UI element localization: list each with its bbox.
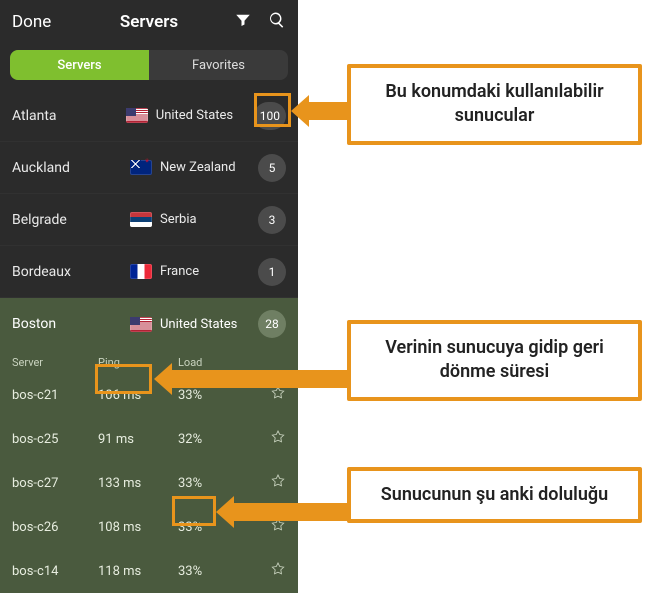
city-name: Auckland bbox=[12, 160, 130, 176]
col-load: Load bbox=[178, 356, 238, 369]
location-row-expanded[interactable]: Boston United States 28 bbox=[0, 298, 298, 350]
server-name: bos-c21 bbox=[12, 388, 98, 403]
server-count-badge: 28 bbox=[258, 310, 286, 338]
favorite-star-icon[interactable] bbox=[238, 429, 286, 449]
tabs: Servers Favorites bbox=[10, 50, 288, 80]
location-row[interactable]: Auckland New Zealand 5 bbox=[0, 142, 298, 194]
server-ping: 108 ms bbox=[98, 520, 178, 535]
flag-nz-icon bbox=[130, 160, 152, 175]
tab-servers[interactable]: Servers bbox=[10, 50, 149, 80]
location-row[interactable]: Atlanta United States 100 bbox=[0, 90, 298, 142]
city-name: Belgrade bbox=[12, 212, 130, 228]
server-row[interactable]: bos-c25 91 ms 32% bbox=[0, 417, 298, 461]
flag-us-icon bbox=[130, 317, 152, 332]
country-name: United States bbox=[156, 108, 254, 123]
server-load: 32% bbox=[178, 432, 238, 447]
col-server: Server bbox=[12, 356, 98, 369]
server-count-badge: 1 bbox=[258, 258, 286, 286]
tab-favorites[interactable]: Favorites bbox=[149, 50, 288, 80]
done-button[interactable]: Done bbox=[12, 12, 51, 32]
server-name: bos-c26 bbox=[12, 520, 98, 535]
filter-icon[interactable] bbox=[234, 11, 252, 34]
server-count-badge: 100 bbox=[254, 102, 286, 130]
arrow-count bbox=[307, 102, 347, 120]
server-ping: 91 ms bbox=[98, 432, 178, 447]
favorite-star-icon[interactable] bbox=[238, 385, 286, 405]
city-name: Bordeaux bbox=[12, 264, 130, 280]
annotation-ping: Verinin sunucuya gidip geri dönme süresi bbox=[347, 320, 642, 401]
annotation-count: Bu konumdaki kullanılabilir sunucular bbox=[347, 64, 642, 145]
favorite-star-icon[interactable] bbox=[238, 473, 286, 493]
arrow-ping bbox=[170, 370, 348, 388]
server-name: bos-c14 bbox=[12, 564, 98, 579]
country-name: Serbia bbox=[160, 212, 258, 227]
city-name: Boston bbox=[12, 316, 130, 332]
server-row[interactable]: bos-c14 118 ms 33% bbox=[0, 549, 298, 593]
server-name: bos-c25 bbox=[12, 432, 98, 447]
country-name: United States bbox=[160, 317, 258, 332]
flag-fr-icon bbox=[130, 264, 152, 279]
server-ping: 133 ms bbox=[98, 476, 178, 491]
flag-us-icon bbox=[126, 108, 148, 123]
server-row[interactable]: bos-c27 133 ms 33% bbox=[0, 461, 298, 505]
server-count-badge: 3 bbox=[258, 206, 286, 234]
annotation-load: Sunucunun şu anki doluluğu bbox=[347, 467, 642, 523]
server-ping: 118 ms bbox=[98, 564, 178, 579]
location-row[interactable]: Bordeaux France 1 bbox=[0, 246, 298, 298]
search-icon[interactable] bbox=[268, 11, 286, 34]
arrow-load bbox=[232, 503, 348, 521]
location-row[interactable]: Belgrade Serbia 3 bbox=[0, 194, 298, 246]
city-name: Atlanta bbox=[12, 108, 126, 124]
country-name: New Zealand bbox=[160, 160, 258, 175]
server-name: bos-c27 bbox=[12, 476, 98, 491]
server-load: 33% bbox=[178, 476, 238, 491]
flag-rs-icon bbox=[130, 212, 152, 227]
server-count-badge: 5 bbox=[258, 154, 286, 182]
header-bar: Done Servers bbox=[0, 0, 298, 44]
server-list-panel: Done Servers Servers Favorites Atlanta U… bbox=[0, 0, 298, 571]
server-load: 33% bbox=[178, 564, 238, 579]
favorite-star-icon[interactable] bbox=[238, 561, 286, 581]
server-load: 33% bbox=[178, 388, 238, 403]
country-name: France bbox=[160, 264, 258, 279]
expanded-location: Boston United States 28 Server Ping Load… bbox=[0, 298, 298, 593]
